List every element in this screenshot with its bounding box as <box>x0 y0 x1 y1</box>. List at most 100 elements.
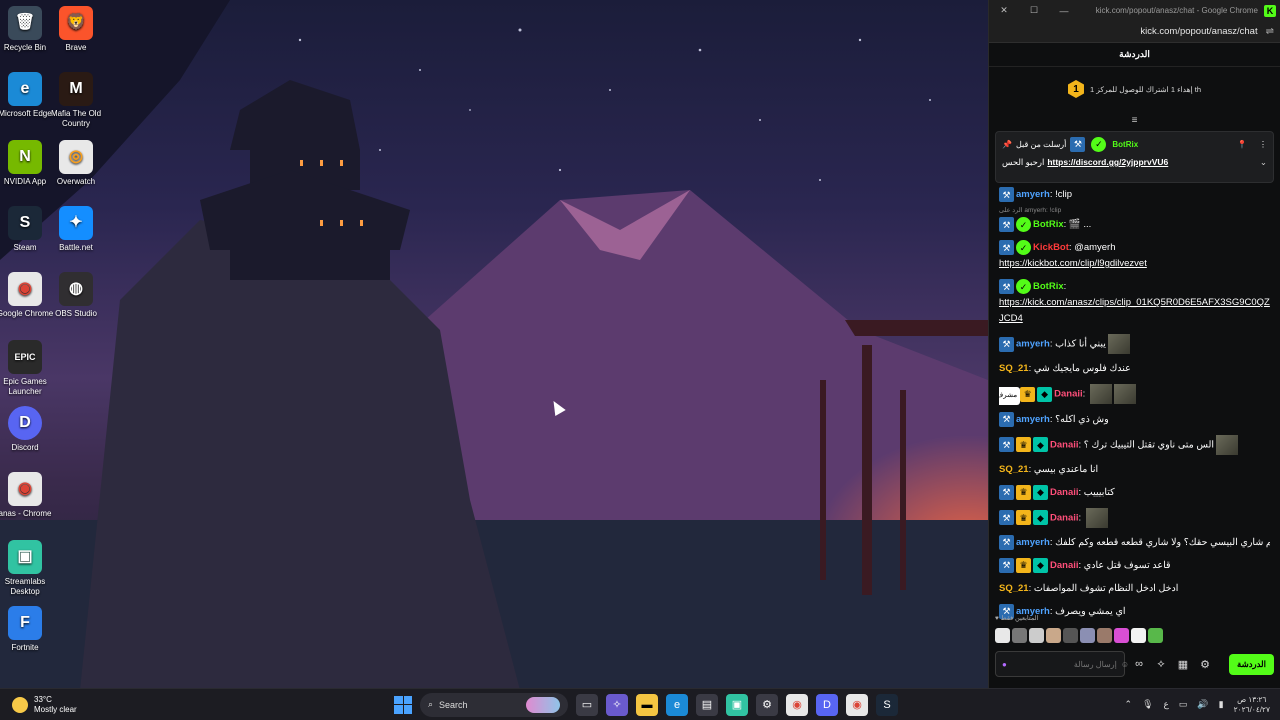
chrome-taskbar-icon[interactable]: ◉ <box>786 693 808 716</box>
chat-message: ⚒ ♛ ◆ Danaii: كتابيييب <box>999 484 1270 501</box>
chat-send-button[interactable]: الدردشة <box>1229 653 1274 675</box>
emote-icon[interactable] <box>995 628 1010 643</box>
moderator-badge-icon: ⚒ <box>999 411 1014 427</box>
steam-taskbar-icon[interactable]: S <box>876 693 898 716</box>
fortnite-icon[interactable]: F Fortnite <box>0 606 56 653</box>
message-text: الس متى ناوي تقتل التيبيك ترك ؟ <box>1083 439 1214 451</box>
emoji-icon[interactable]: ☺ <box>1121 660 1129 669</box>
moderator-badge-icon: ⚒ <box>999 217 1014 233</box>
streamlabs-icon[interactable]: ▣ Streamlabs Desktop <box>0 540 56 597</box>
mafia-icon[interactable]: M Mafia The Old Country <box>45 72 107 129</box>
chat-input[interactable]: ● ☺ <box>995 651 1129 677</box>
maximize-window-button[interactable]: ☐ <box>1019 5 1049 16</box>
task-view-icon[interactable]: ▭ <box>576 693 598 716</box>
message-username[interactable]: amyerh <box>1016 339 1050 350</box>
weather-widget[interactable]: 33°C Mostly clear <box>0 695 200 715</box>
minimize-window-button[interactable]: — <box>1049 6 1079 16</box>
volume-icon[interactable]: 🔊 <box>1197 699 1208 710</box>
network-icon[interactable]: ▭ <box>1179 699 1188 710</box>
collapse-toggle[interactable]: ≡ <box>989 111 1280 129</box>
moderator-badge-icon: ⚒ <box>1070 136 1086 152</box>
emote-icon[interactable] <box>1148 628 1163 643</box>
epic-games-icon[interactable]: EPIC Epic Games Launcher <box>0 340 56 397</box>
search-label: Search <box>439 699 468 710</box>
battery-icon[interactable]: ▮ <box>1219 699 1224 710</box>
emote-icon[interactable] <box>1012 628 1027 643</box>
unpin-icon[interactable]: 📍 <box>1237 140 1247 149</box>
message-link[interactable]: https://kickbot.com/clip/l9gdilvezvet <box>999 258 1147 269</box>
emote-icon[interactable] <box>1029 628 1044 643</box>
message-username[interactable]: KickBot <box>1033 242 1069 253</box>
chevron-up-icon[interactable]: ⌃ <box>1125 699 1133 710</box>
message-username[interactable]: amyerh <box>1016 414 1050 425</box>
moderator-badge-icon: ⚒ <box>999 557 1014 573</box>
taskbar-apps: ⌕ Search ▭ ✧ ▬ e ▤ ▣ ⚙ ◉ D ◉ S <box>394 692 898 717</box>
obs-icon[interactable]: ◍ OBS Studio <box>45 272 107 319</box>
message-username[interactable]: BotRix <box>1033 219 1064 230</box>
clock-date: ٢٠٢٦/٠٤/٢٧ <box>1233 704 1270 714</box>
language-icon[interactable]: ع <box>1164 699 1169 710</box>
gift-icon[interactable]: ▦ <box>1175 658 1191 671</box>
streamlabs-taskbar-icon[interactable]: ▣ <box>726 693 748 716</box>
taskbar-clock[interactable]: ١٣:٢٦ ص ٢٠٢٦/٠٤/٢٧ <box>1234 695 1270 715</box>
pinned-sender[interactable]: BotRix <box>1112 140 1138 149</box>
reply-context[interactable]: الرد على amyerh: !clip <box>999 206 1270 215</box>
window-titlebar: ✕ ☐ — kick.com/popout/anasz/chat - Googl… <box>989 0 1280 21</box>
chrome-profile-taskbar-icon[interactable]: ◉ <box>846 693 868 716</box>
message-link[interactable]: https://kick.com/anasz/clips/clip_01KQ5R… <box>999 297 1270 324</box>
message-text: قاعد تسوف قتل عادي <box>1083 559 1171 571</box>
message-username[interactable]: Danaii <box>1050 512 1079 523</box>
discord-icon[interactable]: D Discord <box>0 406 56 453</box>
microphone-tray-icon[interactable]: 🎙 <box>1142 699 1153 710</box>
verified-badge-icon: ✓ <box>1091 136 1107 152</box>
message-username[interactable]: SQ_21 <box>999 583 1029 594</box>
message-input[interactable] <box>1006 659 1117 669</box>
message-username[interactable]: SQ_21 <box>999 464 1029 475</box>
infinity-icon[interactable]: ∞ <box>1131 658 1147 670</box>
message-username[interactable]: Danaii <box>1054 389 1083 400</box>
pinned-link[interactable]: https://discord.gg/2yjpprvVU6 <box>1047 157 1168 167</box>
edge-taskbar-icon[interactable]: e <box>666 693 688 716</box>
verified-badge-icon: ✓ <box>1016 217 1031 233</box>
wallpaper-art <box>0 0 988 688</box>
address-bar[interactable]: kick.com/popout/anasz/chat ⇌ <box>989 21 1280 43</box>
message-text: ادخل ادخل النظام تشوف المواصفات <box>1033 582 1179 594</box>
weather-sun-icon <box>12 696 28 713</box>
copilot-icon[interactable]: ✧ <box>606 693 628 716</box>
desktop-icon-label: anas - Chrome <box>0 509 52 518</box>
message-text: !clip <box>1055 189 1072 201</box>
gear-icon[interactable]: ⚙ <box>1197 658 1213 671</box>
more-options-icon[interactable]: ⋮ <box>1259 140 1267 149</box>
message-username[interactable]: SQ_21 <box>999 363 1029 374</box>
brave-icon[interactable]: 🦁 Brave <box>45 6 107 53</box>
chat-message: SQ_21: انا ماعندي بيسي <box>999 463 1099 475</box>
emote-icon[interactable] <box>1080 628 1095 643</box>
chrome-profile-icon[interactable]: ◉ anas - Chrome <box>0 472 56 519</box>
message-username[interactable]: BotRix <box>1033 281 1064 292</box>
taskbar-search[interactable]: ⌕ Search <box>420 692 568 717</box>
chat-message: ⚒ amyerh: !clip <box>999 187 1270 203</box>
emote-icon[interactable] <box>1114 628 1129 643</box>
overwatch-icon[interactable]: ◎ Overwatch <box>45 140 107 187</box>
chevron-down-icon[interactable]: ⌄ <box>1260 157 1267 168</box>
discord-taskbar-icon[interactable]: D <box>816 693 838 716</box>
message-username[interactable]: Danaii <box>1050 487 1079 498</box>
message-username[interactable]: Danaii <box>1050 560 1079 571</box>
site-settings-icon[interactable]: ⇌ <box>1266 26 1274 37</box>
emote-icon[interactable] <box>1097 628 1112 643</box>
message-text: انا ماعندي بيسي <box>1033 463 1099 475</box>
emote-icon[interactable] <box>1131 628 1146 643</box>
settings-taskbar-icon[interactable]: ⚙ <box>756 693 778 716</box>
file-explorer-icon[interactable]: ▬ <box>636 693 658 716</box>
message-username[interactable]: amyerh <box>1016 189 1050 200</box>
battlenet-icon[interactable]: ✦ Battle.net <box>45 206 107 253</box>
emote-icon[interactable] <box>1063 628 1078 643</box>
emote-icon[interactable] <box>1046 628 1061 643</box>
close-window-button[interactable]: ✕ <box>989 5 1019 16</box>
message-username[interactable]: amyerh <box>1016 537 1050 548</box>
message-username[interactable]: Danaii <box>1050 439 1079 450</box>
store-icon[interactable]: ▤ <box>696 693 718 716</box>
windows-start-icon[interactable] <box>394 695 412 714</box>
search-icon: ⌕ <box>428 699 434 709</box>
share-icon[interactable]: ⟡ <box>1153 658 1169 671</box>
